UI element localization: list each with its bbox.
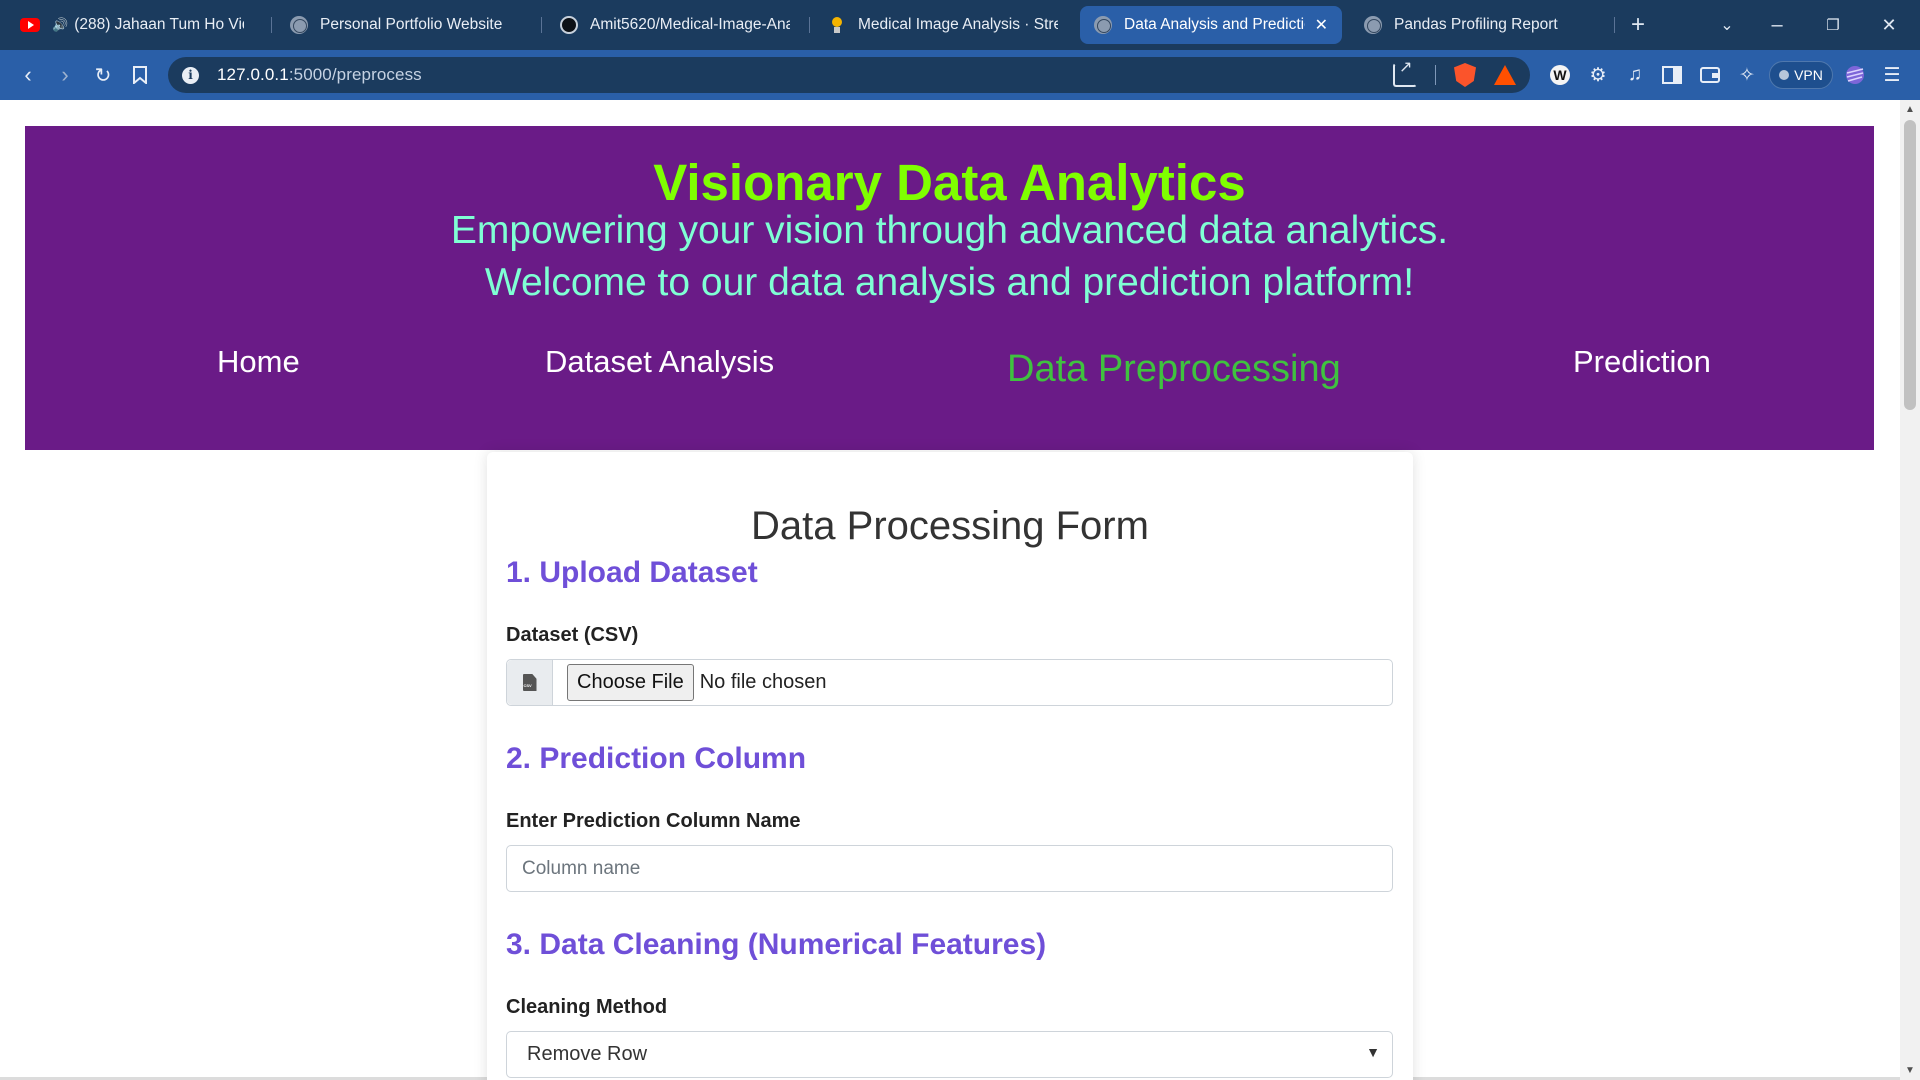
globe-icon — [1094, 16, 1112, 34]
csv-file-addon — [507, 660, 553, 705]
profile-stripes-icon[interactable] — [1843, 63, 1867, 87]
nav-dataset-analysis[interactable]: Dataset Analysis — [545, 344, 774, 380]
browser-toolbar: ‹ › ↻ i 127.0.0.1:5000/preprocess W ⚙ ♫ … — [0, 50, 1920, 100]
reload-icon[interactable]: ↻ — [88, 60, 118, 90]
url-text[interactable]: 127.0.0.1:5000/preprocess — [217, 65, 422, 85]
cleaning-method-label: Cleaning Method — [506, 996, 668, 1018]
chevron-down-icon: ▼ — [1366, 1044, 1380, 1060]
page-scrollbar[interactable]: ▲ ▼ — [1900, 100, 1920, 1080]
extension-w-icon[interactable]: W — [1550, 65, 1570, 85]
share-icon[interactable] — [1393, 57, 1417, 87]
welcome-message: Welcome to our data analysis and predict… — [484, 261, 1415, 304]
site-header: Visionary Data Analytics Empowering your… — [25, 126, 1874, 450]
back-icon[interactable]: ‹ — [13, 60, 43, 90]
section-prediction-heading: 2. Prediction Column — [506, 742, 807, 775]
dataset-label: Dataset (CSV) — [506, 624, 639, 646]
scroll-up-icon[interactable]: ▲ — [1905, 104, 1915, 115]
close-icon[interactable]: ✕ — [1315, 15, 1328, 35]
section-cleaning-heading: 3. Data Cleaning (Numerical Features) — [506, 928, 1047, 961]
scroll-down-icon[interactable]: ▼ — [1905, 1065, 1915, 1076]
tab-pandas-profiling[interactable]: Pandas Profiling Report — [1350, 6, 1608, 44]
tab-title: Amit5620/Medical-Image-Analy — [590, 16, 790, 33]
site-title: Visionary Data Analytics — [653, 154, 1246, 211]
tab-github[interactable]: Amit5620/Medical-Image-Analy — [546, 6, 804, 44]
nav-data-preprocessing[interactable]: Data Preprocessing — [1007, 348, 1341, 391]
brave-rewards-icon[interactable] — [1494, 65, 1516, 85]
globe-icon — [290, 16, 308, 34]
prediction-column-input[interactable] — [506, 845, 1393, 892]
data-processing-form: Data Processing Form 1. Upload Dataset D… — [487, 452, 1413, 1080]
minimize-icon[interactable]: – — [1762, 10, 1792, 40]
choose-file-button[interactable]: Choose File — [567, 664, 694, 701]
forward-icon[interactable]: › — [50, 60, 80, 90]
brave-shields-icon[interactable] — [1454, 63, 1476, 87]
dataset-file-input[interactable]: Choose File No file chosen — [506, 659, 1393, 706]
music-icon[interactable]: ♫ — [1623, 63, 1647, 87]
cleaning-method-select[interactable]: Remove Row ▼ — [506, 1031, 1393, 1078]
youtube-icon — [20, 18, 40, 32]
cleaning-method-value: Remove Row — [527, 1043, 648, 1065]
file-status-text: No file chosen — [699, 671, 827, 693]
tab-youtube[interactable]: 🔊 (288) Jahaan Tum Ho Video — [6, 6, 258, 44]
wallet-icon[interactable] — [1698, 63, 1722, 87]
tab-portfolio[interactable]: Personal Portfolio Website — [276, 6, 534, 44]
speaker-icon[interactable]: 🔊 — [52, 17, 68, 33]
tab-data-analysis[interactable]: Data Analysis and Predictio ✕ — [1080, 6, 1342, 44]
csv-file-icon — [522, 674, 537, 691]
vpn-button[interactable]: VPN — [1769, 61, 1833, 89]
window-close-icon[interactable]: ✕ — [1874, 10, 1904, 40]
vpn-status-icon — [1779, 70, 1790, 80]
bookmark-icon[interactable] — [125, 60, 155, 90]
site-info-icon[interactable]: i — [182, 66, 199, 84]
globe-icon — [1364, 16, 1382, 34]
menu-icon[interactable]: ☰ — [1880, 63, 1904, 87]
nav-home[interactable]: Home — [217, 344, 300, 380]
leo-ai-icon[interactable]: ✧ — [1735, 63, 1759, 87]
new-tab-button[interactable]: + — [1623, 10, 1653, 40]
tab-title: Data Analysis and Predictio — [1124, 16, 1305, 33]
tab-streamlit[interactable]: Medical Image Analysis · Stream — [814, 6, 1072, 44]
restore-icon[interactable]: ❐ — [1818, 10, 1848, 40]
site-subtitle: Empowering your vision through advanced … — [450, 209, 1449, 252]
streamlit-icon — [828, 16, 846, 34]
scrollbar-thumb[interactable] — [1904, 120, 1916, 410]
vpn-label: VPN — [1794, 67, 1823, 83]
sidebar-icon[interactable] — [1660, 63, 1684, 87]
form-title: Data Processing Form — [751, 504, 1149, 548]
address-bar[interactable]: i 127.0.0.1:5000/preprocess — [168, 57, 1530, 93]
nav-prediction[interactable]: Prediction — [1573, 344, 1711, 380]
browser-tab-bar: 🔊 (288) Jahaan Tum Ho Video Personal Por… — [0, 0, 1920, 50]
tab-title: (288) Jahaan Tum Ho Video — [74, 16, 244, 33]
tab-search-chevron-icon[interactable]: ⌄ — [1712, 10, 1742, 40]
github-icon — [560, 16, 578, 34]
tab-title: Pandas Profiling Report — [1394, 16, 1558, 33]
prediction-column-label: Enter Prediction Column Name — [506, 810, 801, 832]
section-upload-heading: 1. Upload Dataset — [506, 556, 758, 589]
tab-title: Personal Portfolio Website — [320, 16, 503, 33]
extensions-puzzle-icon[interactable]: ⚙ — [1586, 63, 1610, 87]
tab-title: Medical Image Analysis · Stream — [858, 16, 1058, 33]
